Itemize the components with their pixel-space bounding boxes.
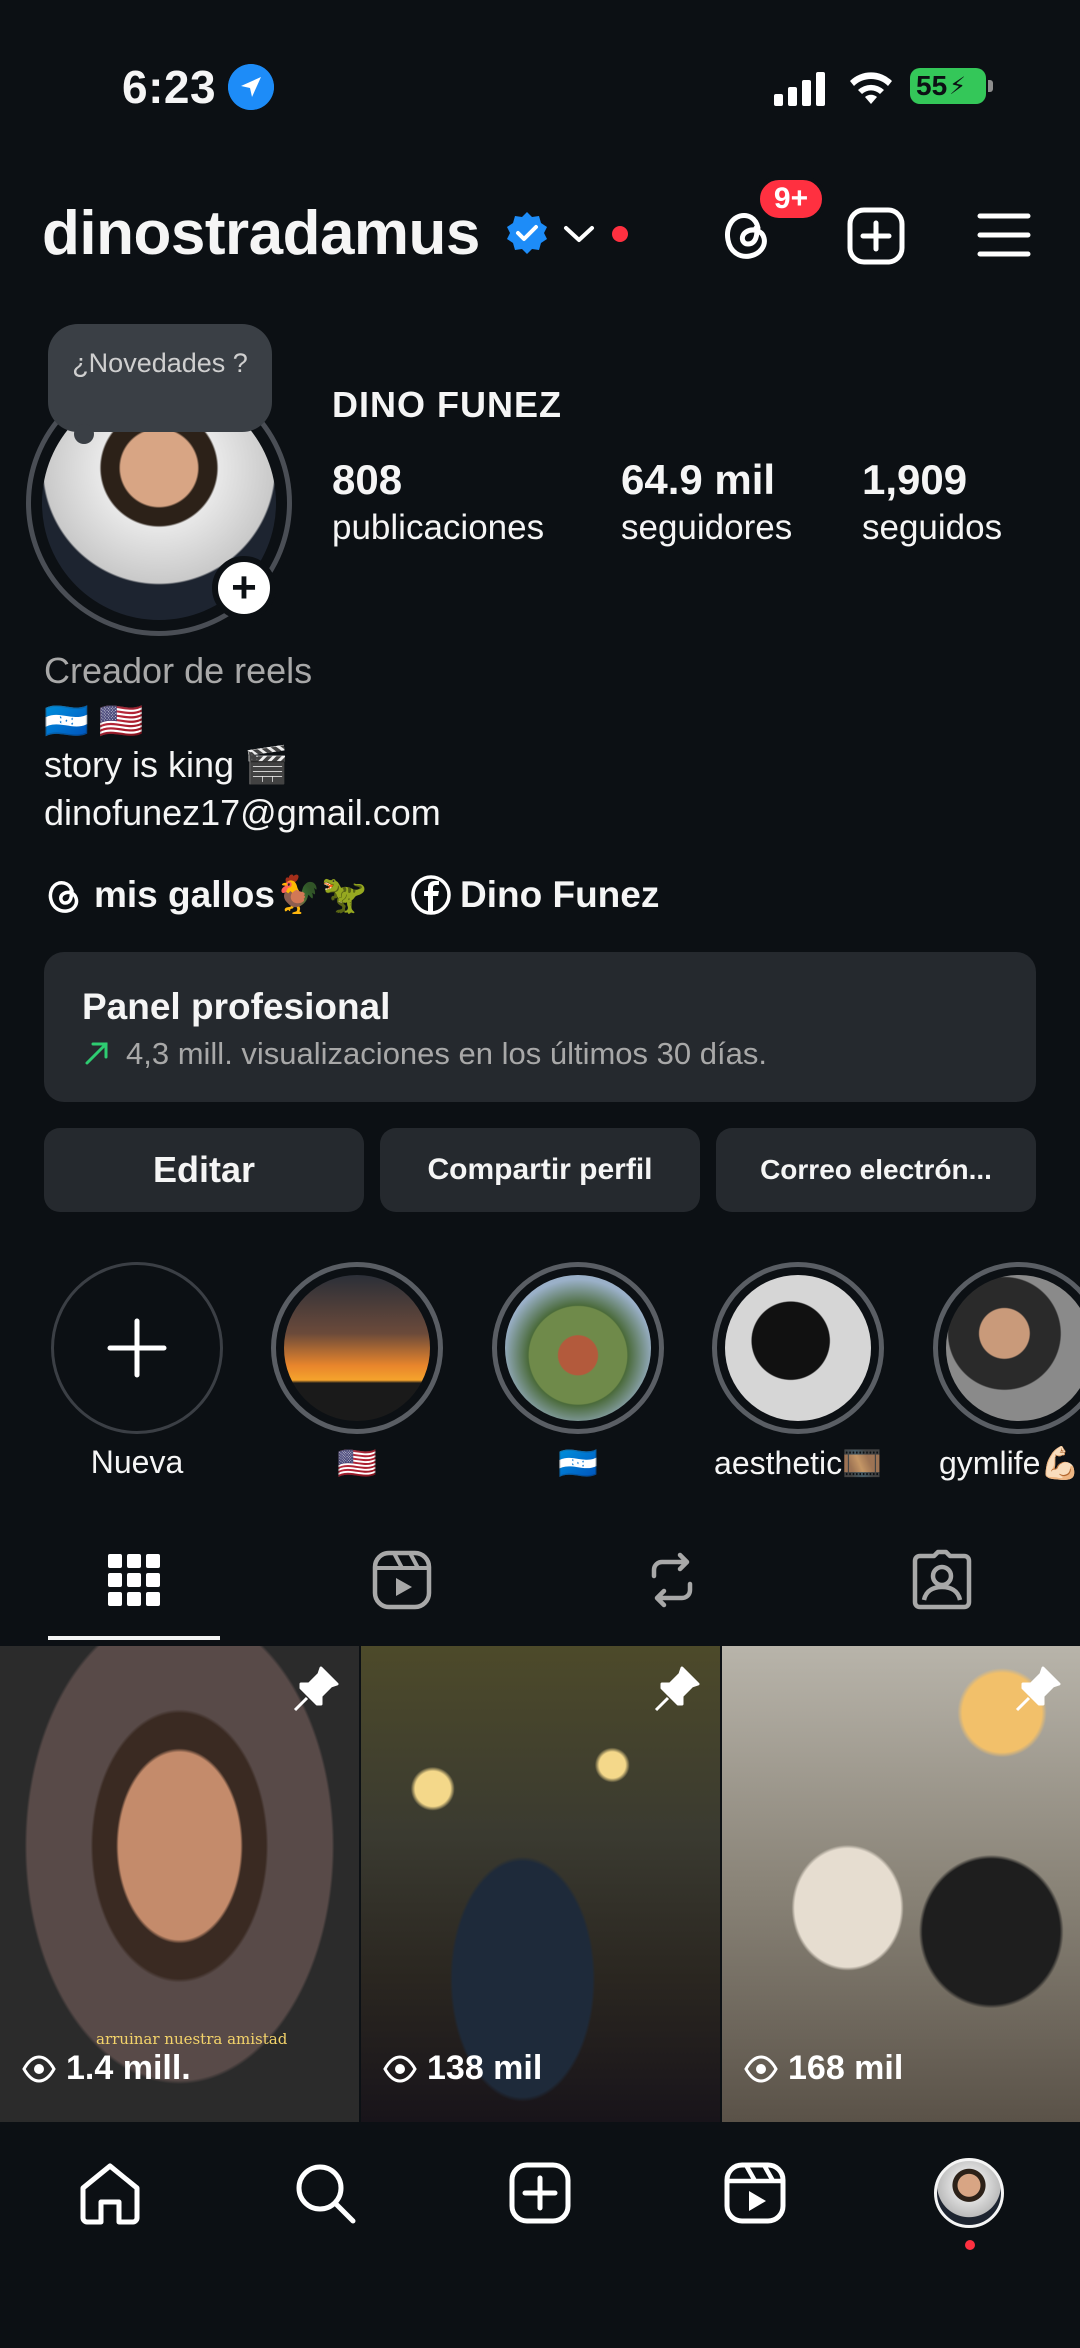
stat-posts-label: publicaciones: [332, 508, 545, 547]
highlight-gymlife[interactable]: [933, 1262, 1080, 1434]
post-view-count: 1.4 mill.: [22, 2049, 191, 2088]
reels-icon[interactable]: [370, 1548, 434, 1612]
stat-followers-label: seguidores: [621, 508, 793, 547]
note-bubble[interactable]: ¿Novedades ?: [48, 324, 272, 432]
account-notification-dot: [612, 226, 628, 242]
location-arrow-icon: [228, 64, 274, 110]
profile-full-name: DINO FUNEZ: [332, 384, 562, 425]
pin-icon: [654, 1666, 700, 1712]
status-time: 6:23: [122, 61, 217, 113]
verified-badge-icon: [507, 212, 547, 254]
tagged-icon[interactable]: [910, 1548, 974, 1612]
stat-posts-value: 808: [332, 456, 403, 503]
bio-line: story is king 🎬: [44, 744, 289, 785]
reels-icon[interactable]: [722, 2160, 788, 2226]
plus-icon: [107, 1318, 167, 1378]
pin-icon: [293, 1666, 339, 1712]
highlight-label: 🇭🇳: [558, 1445, 598, 1481]
post-thumbnail[interactable]: arruinar nuestra amistad 1.4 mill.: [0, 1646, 359, 2122]
highlight-label: Nueva: [90, 1444, 184, 1480]
account-switcher-chevron-icon[interactable]: [562, 222, 596, 246]
post-view-count: 168 mil: [744, 2049, 903, 2088]
bio-email[interactable]: dinofunez17@gmail.com: [44, 792, 441, 834]
panel-subtitle: 4,3 mill. visualizaciones en los últimos…: [126, 1036, 767, 1071]
post-caption-overlay: arruinar nuestra amistad: [96, 2030, 288, 2048]
threads-icon: [48, 880, 79, 913]
home-icon[interactable]: [77, 2160, 143, 2226]
professional-dashboard[interactable]: Panel profesional 4,3 mill. visualizacio…: [44, 952, 1036, 1102]
new-highlight-button[interactable]: [51, 1262, 223, 1434]
eye-icon: [22, 2054, 56, 2083]
post-view-count: 138 mil: [383, 2049, 542, 2088]
trend-up-arrow-icon: [85, 1042, 108, 1065]
add-story-button[interactable]: +: [212, 556, 276, 620]
cellular-signal-icon: [774, 72, 825, 106]
stat-following-value: 1,909: [862, 456, 968, 503]
highlight-label: gymlife💪🏻: [939, 1445, 1080, 1481]
search-icon[interactable]: [292, 2160, 358, 2226]
highlight-cover: [284, 1275, 430, 1421]
highlight-cover: [725, 1275, 871, 1421]
facebook-icon: [411, 875, 451, 915]
create-post-icon[interactable]: [846, 206, 906, 266]
profile-avatar[interactable]: [934, 2158, 1004, 2228]
panel-title: Panel profesional: [82, 986, 391, 1027]
email-button[interactable]: Correo electrón...: [716, 1128, 1036, 1212]
eye-icon: [744, 2054, 778, 2083]
highlight-honduras[interactable]: [492, 1262, 664, 1434]
stat-followers-value: 64.9 mil: [621, 456, 776, 503]
share-profile-button[interactable]: Compartir perfil: [380, 1128, 700, 1212]
view-count-label: 1.4 mill.: [66, 2049, 191, 2087]
username-title[interactable]: dinostradamus: [42, 198, 480, 269]
bio-flags: 🇭🇳 🇺🇸: [44, 700, 144, 741]
post-thumbnail[interactable]: 168 mil: [722, 1646, 1080, 2122]
menu-icon[interactable]: [976, 210, 1032, 260]
profile-notification-dot: [965, 2240, 975, 2250]
wifi-icon: [850, 72, 892, 104]
edit-profile-button[interactable]: Editar: [44, 1128, 364, 1212]
battery-indicator: 55 ⚡: [910, 68, 986, 104]
highlight-cover: [505, 1275, 651, 1421]
view-count-label: 168 mil: [788, 2049, 904, 2087]
note-bubble-tail: [74, 424, 94, 444]
view-count-label: 138 mil: [427, 2049, 543, 2087]
highlight-usa[interactable]: [271, 1262, 443, 1434]
threads-profile-link[interactable]: mis gallos🐓🦖: [44, 874, 367, 917]
profile-category: Creador de reels: [44, 650, 313, 691]
stat-posts[interactable]: 808 publicaciones: [332, 456, 544, 548]
stat-following[interactable]: 1,909 seguidos: [862, 456, 1002, 548]
stat-followers[interactable]: 64.9 mil seguidores: [621, 456, 792, 548]
eye-icon: [383, 2054, 417, 2083]
pin-icon: [1015, 1666, 1061, 1712]
highlight-label: aesthetic🎞️: [714, 1445, 882, 1481]
create-icon[interactable]: [507, 2160, 573, 2226]
post-thumbnail[interactable]: 138 mil: [361, 1646, 720, 2122]
threads-link-label: mis gallos🐓🦖: [94, 874, 368, 915]
facebook-profile-link[interactable]: Dino Funez: [410, 874, 659, 916]
battery-cap: [988, 80, 993, 92]
bottom-navigation: [0, 2124, 1080, 2348]
grid-icon[interactable]: [102, 1548, 166, 1612]
reposts-icon[interactable]: [640, 1548, 704, 1612]
active-tab-indicator: [48, 1636, 220, 1640]
stat-following-label: seguidos: [862, 508, 1003, 547]
threads-notification-badge: 9+: [756, 176, 826, 222]
facebook-link-label: Dino Funez: [460, 874, 660, 915]
highlight-cover: [946, 1275, 1080, 1421]
highlight-aesthetic[interactable]: [712, 1262, 884, 1434]
highlight-label: 🇺🇸: [337, 1445, 377, 1481]
